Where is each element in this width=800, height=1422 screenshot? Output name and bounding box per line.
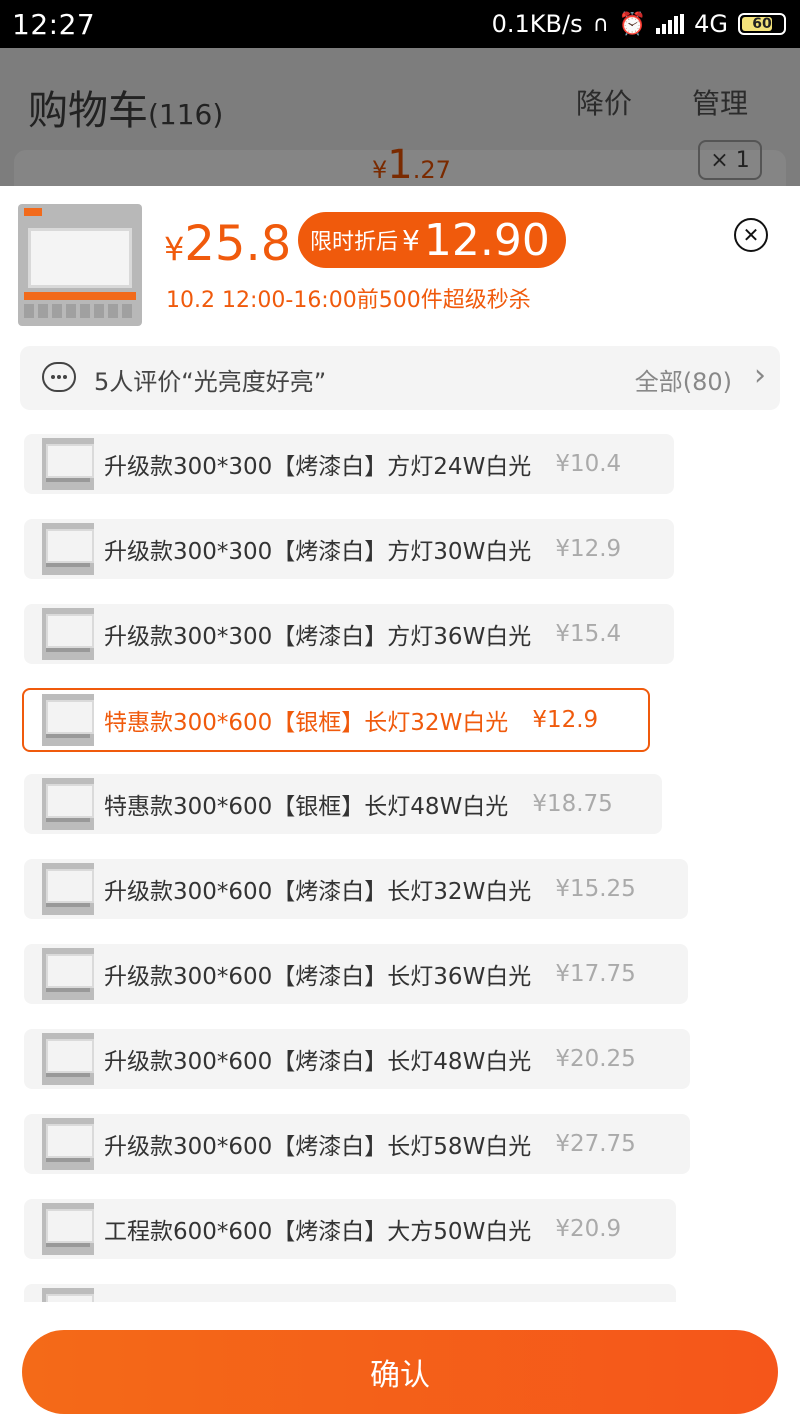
sku-option-image: [42, 1203, 94, 1255]
sku-option-label: 工程款600*600【烤漆白】大方50W白光: [104, 1219, 532, 1245]
sku-option[interactable]: 升级款300*300【烤漆白】方灯24W白光 ¥10.4: [24, 434, 674, 494]
sku-option-price: ¥27.75: [555, 1131, 636, 1157]
status-bar: 12:27 0.1KB/s ∩ ⏰ 4G 60: [0, 0, 800, 48]
chevron-right-icon: ›: [754, 358, 766, 393]
reviews-bar[interactable]: 5人评价“光亮度好亮” 全部(80) ›: [20, 346, 780, 410]
cart-page-background: 购物车(116) 降价 管理 ¥1.27 × 1: [0, 48, 800, 210]
sku-option-label: 升级款300*600【烤漆白】长灯48W白光: [104, 1049, 532, 1075]
sku-option-image: [42, 863, 94, 915]
all-reviews-link[interactable]: 全部(80): [635, 362, 732, 397]
cart-item-price-symbol: ¥: [372, 156, 388, 184]
battery-icon: 60: [738, 13, 786, 35]
price-value: 25.8: [184, 216, 292, 272]
sku-option-price: ¥15.4: [555, 621, 622, 647]
close-icon[interactable]: ✕: [734, 218, 768, 252]
quantity-stepper[interactable]: × 1: [698, 140, 762, 180]
promo-price: 12.90: [423, 214, 550, 266]
sku-option-image: [42, 778, 94, 830]
comment-icon: [42, 362, 76, 392]
sku-option-image: [42, 694, 94, 746]
sku-option-image: [42, 1033, 94, 1085]
sku-option-label: 升级款300*300【烤漆白】方灯30W白光: [104, 539, 532, 565]
sku-option-price: ¥12.9: [555, 536, 622, 562]
manage-button[interactable]: 管理: [692, 82, 748, 122]
sku-option-label: 升级款300*600【烤漆白】长灯32W白光: [104, 879, 532, 905]
sku-option-image: [42, 438, 94, 490]
review-summary: 5人评价“光亮度好亮”: [94, 368, 327, 396]
sku-option-price: ¥20.25: [555, 1046, 636, 1072]
sku-option[interactable]: 特惠款300*600【银框】长灯48W白光 ¥18.75: [24, 774, 662, 834]
sku-option-label: 升级款300*600【烤漆白】长灯36W白光: [104, 964, 532, 990]
battery-level: 60: [752, 16, 772, 32]
flash-sale-text: 10.2 12:00-16:00前500件超级秒杀: [166, 288, 531, 313]
network-type: 4G: [694, 10, 728, 38]
cart-item-price-int: 1: [387, 142, 413, 188]
sku-option-selected[interactable]: 特惠款300*600【银框】长灯32W白光 ¥12.9: [22, 688, 650, 752]
alarm-icon: ⏰: [618, 11, 647, 37]
product-price: ¥25.8: [164, 216, 291, 272]
headphones-icon: ∩: [592, 11, 609, 37]
sku-option-price: ¥17.75: [555, 961, 636, 987]
sku-option-price: ¥12.9: [532, 707, 599, 733]
cart-title-text: 购物车: [28, 88, 148, 134]
price-drop-button[interactable]: 降价: [576, 82, 632, 122]
sku-option-list[interactable]: 升级款300*300【烤漆白】方灯24W白光 ¥10.4 升级款300*300【…: [0, 434, 800, 1302]
sku-option-price: ¥18.75: [532, 791, 613, 817]
cart-title: 购物车(116): [28, 78, 223, 136]
sku-option-image: [42, 523, 94, 575]
sku-option[interactable]: 升级款300*600【烤漆白】长灯48W白光 ¥20.25: [24, 1029, 690, 1089]
sku-option-label: 特惠款300*600【银框】长灯48W白光: [104, 794, 509, 820]
promo-symbol: ¥: [402, 223, 420, 257]
product-thumbnail: [18, 204, 142, 326]
sku-selection-sheet: ¥25.8 限时折后 ¥ 12.90 10.2 12:00-16:00前500件…: [0, 186, 800, 1422]
sku-option[interactable]: 升级款300*300【烤漆白】方灯36W白光 ¥15.4: [24, 604, 674, 664]
status-time: 12:27: [12, 7, 96, 41]
sku-option[interactable]: 升级款300*600【烤漆白】长灯36W白光 ¥17.75: [24, 944, 688, 1004]
sku-option-partial[interactable]: [24, 1284, 676, 1302]
sku-option[interactable]: 升级款300*600【烤漆白】长灯58W白光 ¥27.75: [24, 1114, 690, 1174]
sku-option-label: 升级款300*300【烤漆白】方灯36W白光: [104, 624, 532, 650]
price-symbol: ¥: [164, 230, 185, 268]
promo-price-badge: 限时折后 ¥ 12.90: [298, 212, 566, 268]
sku-option[interactable]: 升级款300*300【烤漆白】方灯30W白光 ¥12.9: [24, 519, 674, 579]
status-indicators: 0.1KB/s ∩ ⏰ 4G 60: [492, 10, 786, 38]
sku-option-label: 特惠款300*600【银框】长灯32W白光: [104, 710, 509, 736]
sku-option-image: [42, 608, 94, 660]
sku-option-price: ¥15.25: [555, 876, 636, 902]
sku-option-image: [42, 1118, 94, 1170]
confirm-button[interactable]: 确认: [22, 1330, 778, 1414]
cart-item-price: ¥1.27: [372, 142, 451, 188]
cart-count: (116): [148, 98, 224, 131]
sku-option-label: 升级款300*600【烤漆白】长灯58W白光: [104, 1134, 532, 1160]
sku-option[interactable]: 升级款300*600【烤漆白】长灯32W白光 ¥15.25: [24, 859, 688, 919]
sku-option[interactable]: 工程款600*600【烤漆白】大方50W白光 ¥20.9: [24, 1199, 676, 1259]
network-speed: 0.1KB/s: [491, 10, 583, 38]
cart-item-price-dec: .27: [412, 156, 451, 184]
sku-option-image: [42, 1288, 94, 1302]
signal-icon: [656, 14, 685, 34]
sku-option-image: [42, 948, 94, 1000]
promo-label: 限时折后: [310, 230, 399, 255]
sku-option-price: ¥10.4: [555, 451, 622, 477]
sku-option-price: ¥20.9: [555, 1216, 622, 1242]
sku-option-label: 升级款300*300【烤漆白】方灯24W白光: [104, 454, 532, 480]
